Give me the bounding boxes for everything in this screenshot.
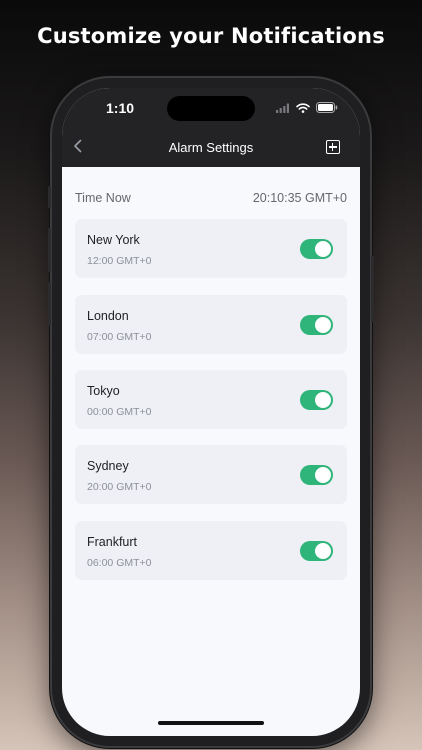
alarm-city: Frankfurt	[87, 535, 138, 549]
alarm-city: Tokyo	[87, 384, 120, 398]
status-icons	[276, 100, 338, 118]
time-now-value: 20:10:35 GMT+0	[252, 191, 347, 205]
alarm-card[interactable]: New York 12:00 GMT+0	[75, 219, 347, 278]
alarm-city: London	[87, 309, 129, 323]
page-title: Alarm Settings	[168, 140, 254, 155]
battery-icon	[316, 100, 338, 118]
alarm-card[interactable]: London 07:00 GMT+0	[75, 295, 347, 354]
toggle-knob	[315, 392, 331, 408]
headline: Customize your Notifications	[37, 24, 385, 48]
phone-frame: 1:10 Alarm Settings Time Now 20:10:35 GM…	[48, 78, 374, 746]
signal-icon	[276, 100, 290, 118]
alarm-city: Sydney	[87, 459, 129, 473]
toggle-knob	[315, 467, 331, 483]
alarm-time: 12:00 GMT+0	[87, 255, 152, 267]
alarm-toggle[interactable]	[300, 541, 333, 561]
alarm-time: 20:00 GMT+0	[87, 481, 152, 493]
alarm-toggle[interactable]	[300, 315, 333, 335]
alarm-toggle[interactable]	[300, 239, 333, 259]
alarm-card[interactable]: Frankfurt 06:00 GMT+0	[75, 521, 347, 580]
dynamic-island	[167, 96, 255, 121]
volume-down-button	[48, 282, 51, 326]
time-now-row: Time Now 20:10:35 GMT+0	[75, 191, 347, 209]
time-now-label: Time Now	[75, 191, 131, 205]
status-time: 1:10	[106, 100, 135, 116]
mute-switch	[48, 186, 51, 208]
alarm-toggle[interactable]	[300, 465, 333, 485]
add-alarm-button[interactable]	[326, 140, 340, 154]
alarm-card[interactable]: Sydney 20:00 GMT+0	[75, 445, 347, 504]
app-screen: 1:10 Alarm Settings Time Now 20:10:35 GM…	[62, 88, 360, 736]
volume-up-button	[48, 228, 51, 272]
alarm-city: New York	[87, 233, 140, 247]
toggle-knob	[315, 241, 331, 257]
nav-bar: 1:10 Alarm Settings	[62, 88, 360, 167]
home-indicator	[158, 721, 264, 725]
alarm-card[interactable]: Tokyo 00:00 GMT+0	[75, 370, 347, 429]
alarm-time: 07:00 GMT+0	[87, 331, 152, 343]
alarm-toggle[interactable]	[300, 390, 333, 410]
power-button	[371, 256, 374, 322]
wifi-icon	[296, 100, 310, 118]
alarm-time: 06:00 GMT+0	[87, 557, 152, 569]
toggle-knob	[315, 317, 331, 333]
alarm-time: 00:00 GMT+0	[87, 406, 152, 418]
toggle-knob	[315, 543, 331, 559]
